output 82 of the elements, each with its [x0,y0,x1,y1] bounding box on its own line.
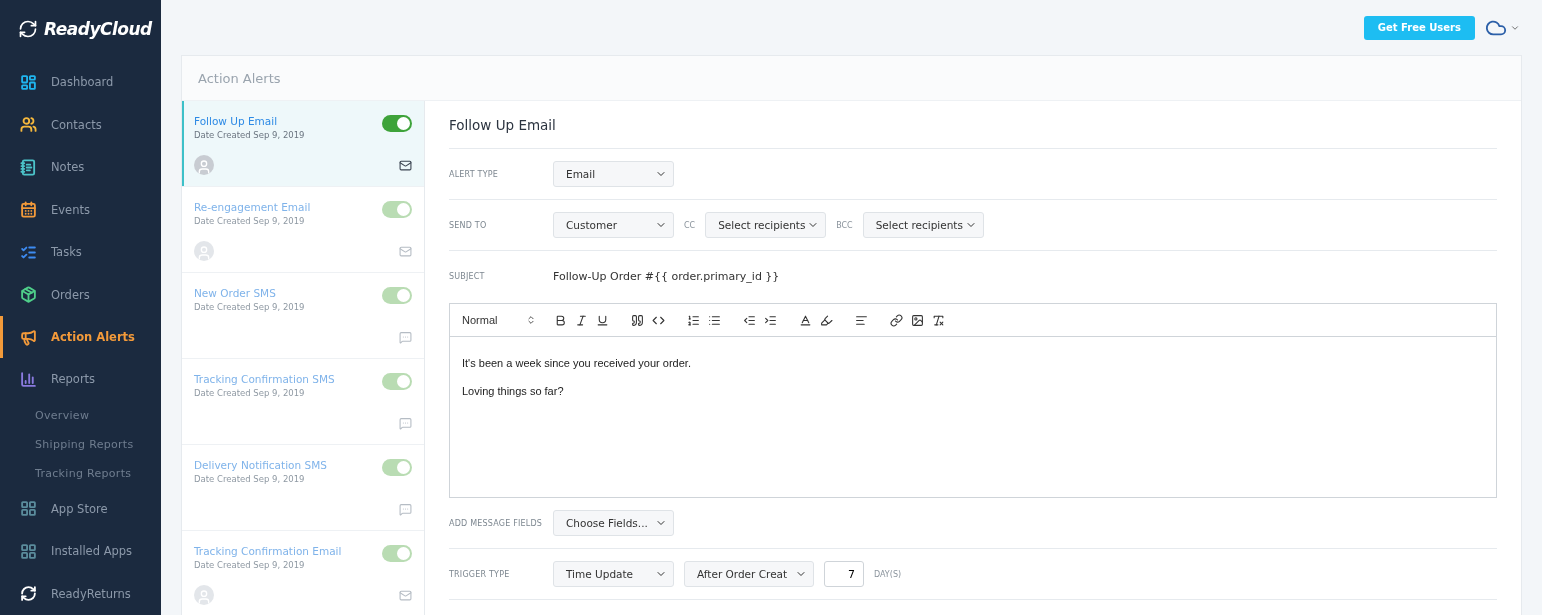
message-paragraph: It's been a week since you received your order. [462,357,692,369]
alert-list-item[interactable]: Follow Up Email Date Created Sep 9, 2019 [182,101,424,187]
nav-subitem[interactable]: Overview [0,400,161,430]
trigger-event-select[interactable]: After Order Creat [684,561,814,587]
envelope-icon [399,244,412,258]
field-label: SEND TO [449,220,488,230]
link-icon [890,313,903,327]
field-label: ALERT TYPE [449,169,500,179]
outdent-icon [743,313,756,327]
field-label: BCC [836,220,853,230]
field-label: TRIGGER TYPE [449,569,511,579]
chat-icon [399,330,412,344]
nav-item[interactable]: Dashboard [0,61,161,104]
panel-title: Action Alerts [198,70,281,86]
field-label: ADD MESSAGE FIELDS [449,518,543,528]
alert-date: Date Created Sep 9, 2019 [194,560,306,570]
alert-date: Date Created Sep 9, 2019 [194,216,306,226]
image-icon [911,313,924,327]
nav-item[interactable]: Reports [0,358,161,401]
toggle-switch[interactable] [382,459,412,476]
field-label: SUBJECT [449,271,486,281]
toggle-switch[interactable] [382,201,412,218]
trigger-type-select[interactable]: Time Update [553,561,674,587]
bullet-list-icon [708,313,721,327]
envelope-icon [399,158,412,172]
alert-name: Follow Up Email [194,115,279,127]
alert-name: Tracking Confirmation Email [194,545,343,557]
numbered-list-icon [687,313,700,327]
alert-type-select[interactable]: Email [553,161,674,187]
highlight-icon [820,313,833,327]
alert-name: New Order SMS [194,287,277,299]
cc-select[interactable]: Select recipients [705,212,827,238]
bold-icon [554,313,567,327]
nav-item[interactable]: Installed Apps [0,530,161,573]
indent-icon [764,313,777,327]
quote-icon [631,313,644,327]
nav-item[interactable]: Contacts [0,103,161,146]
up-down-icon [526,315,536,325]
message-fields-select[interactable]: Choose Fields... [553,510,674,536]
toggle-switch[interactable] [382,545,412,562]
nav-item[interactable]: Action Alerts [0,315,161,359]
send-to-select[interactable]: Customer [553,212,674,238]
nav-subitem[interactable]: Shipping Reports [0,429,161,459]
format-select[interactable]: Normal [462,314,536,326]
days-input[interactable]: 7 [824,561,864,587]
chat-icon [399,416,412,430]
toggle-switch[interactable] [382,287,412,304]
nav-item[interactable]: Notes [0,146,161,189]
alert-date: Date Created Sep 9, 2019 [194,474,306,484]
alert-date: Date Created Sep 9, 2019 [194,388,306,398]
toggle-switch[interactable] [382,373,412,390]
text-color-icon [799,313,812,327]
avatar [194,241,214,261]
avatar [194,585,214,605]
subject-text: Follow-Up Order #{{ order.primary_id }} [553,269,780,283]
logo-icon [18,18,38,39]
link-button[interactable] [888,311,905,329]
alert-date: Date Created Sep 9, 2019 [194,130,306,140]
chat-icon [399,502,412,516]
field-label: CC [684,220,696,230]
alert-date: Date Created Sep 9, 2019 [194,302,306,312]
unit-label: DAY(S) [874,569,902,579]
clear-format-icon [932,313,945,327]
align-left-icon [855,313,868,327]
nav-item[interactable]: Events [0,188,161,231]
nav-subitem[interactable]: Tracking Reports [0,458,161,488]
alert-name: Re-engagement Email [194,201,312,213]
italic-icon [575,313,588,327]
underline-icon [596,313,609,327]
envelope-icon [399,588,412,602]
editor-title: Follow Up Email [449,101,1497,149]
alert-name: Tracking Confirmation SMS [194,373,336,385]
avatar [194,155,214,175]
nav-item[interactable]: ReadyReturns [0,572,161,615]
nav-item[interactable]: Tasks [0,230,161,274]
bcc-select[interactable]: Select recipients [862,212,984,238]
nav-item[interactable]: Orders [0,273,161,316]
toggle-switch[interactable] [382,115,412,132]
alert-name: Delivery Notification SMS [194,459,328,471]
nav-item[interactable]: App Store [0,487,161,531]
logo: ReadyCloud [44,18,152,39]
message-paragraph: Loving things so far? [462,385,565,397]
